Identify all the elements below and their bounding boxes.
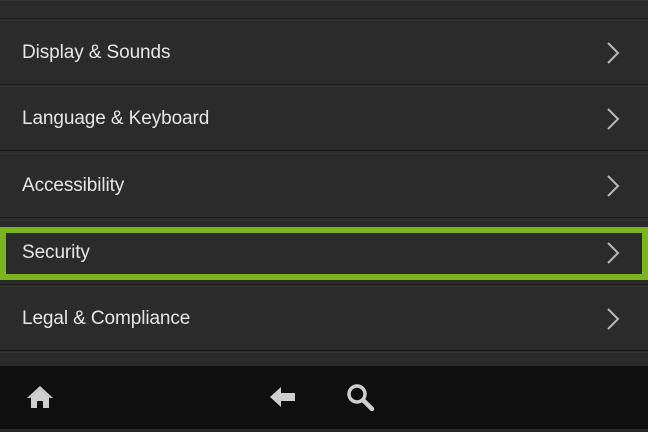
settings-row-partial[interactable] bbox=[0, 0, 648, 19]
settings-item-label: Display & Sounds bbox=[22, 41, 171, 63]
search-button[interactable] bbox=[344, 383, 376, 415]
settings-item-accessibility[interactable]: Accessibility bbox=[0, 153, 648, 218]
settings-item-label: Security bbox=[22, 241, 90, 263]
chevron-right-icon bbox=[606, 174, 620, 198]
chevron-right-icon bbox=[606, 107, 620, 131]
chevron-right-icon bbox=[606, 41, 620, 65]
settings-item-security[interactable]: Security bbox=[0, 220, 648, 285]
home-button[interactable] bbox=[24, 383, 56, 415]
settings-item-label: Legal & Compliance bbox=[22, 307, 191, 329]
bottom-navigation-bar bbox=[0, 366, 648, 432]
settings-item-display-sounds[interactable]: Display & Sounds bbox=[0, 20, 648, 85]
settings-item-language-keyboard[interactable]: Language & Keyboard bbox=[0, 86, 648, 151]
search-icon bbox=[346, 383, 375, 416]
settings-row-partial[interactable] bbox=[0, 352, 648, 366]
settings-item-label: Language & Keyboard bbox=[22, 107, 210, 129]
home-icon bbox=[26, 384, 54, 415]
chevron-right-icon bbox=[606, 307, 620, 331]
settings-item-label: Accessibility bbox=[22, 174, 125, 196]
chevron-right-icon bbox=[606, 241, 620, 265]
settings-list: Display & Sounds Language & Keyboard Acc… bbox=[0, 0, 648, 366]
settings-item-legal-compliance[interactable]: Legal & Compliance bbox=[0, 286, 648, 351]
back-arrow-icon bbox=[268, 385, 296, 414]
back-button[interactable] bbox=[266, 383, 298, 415]
